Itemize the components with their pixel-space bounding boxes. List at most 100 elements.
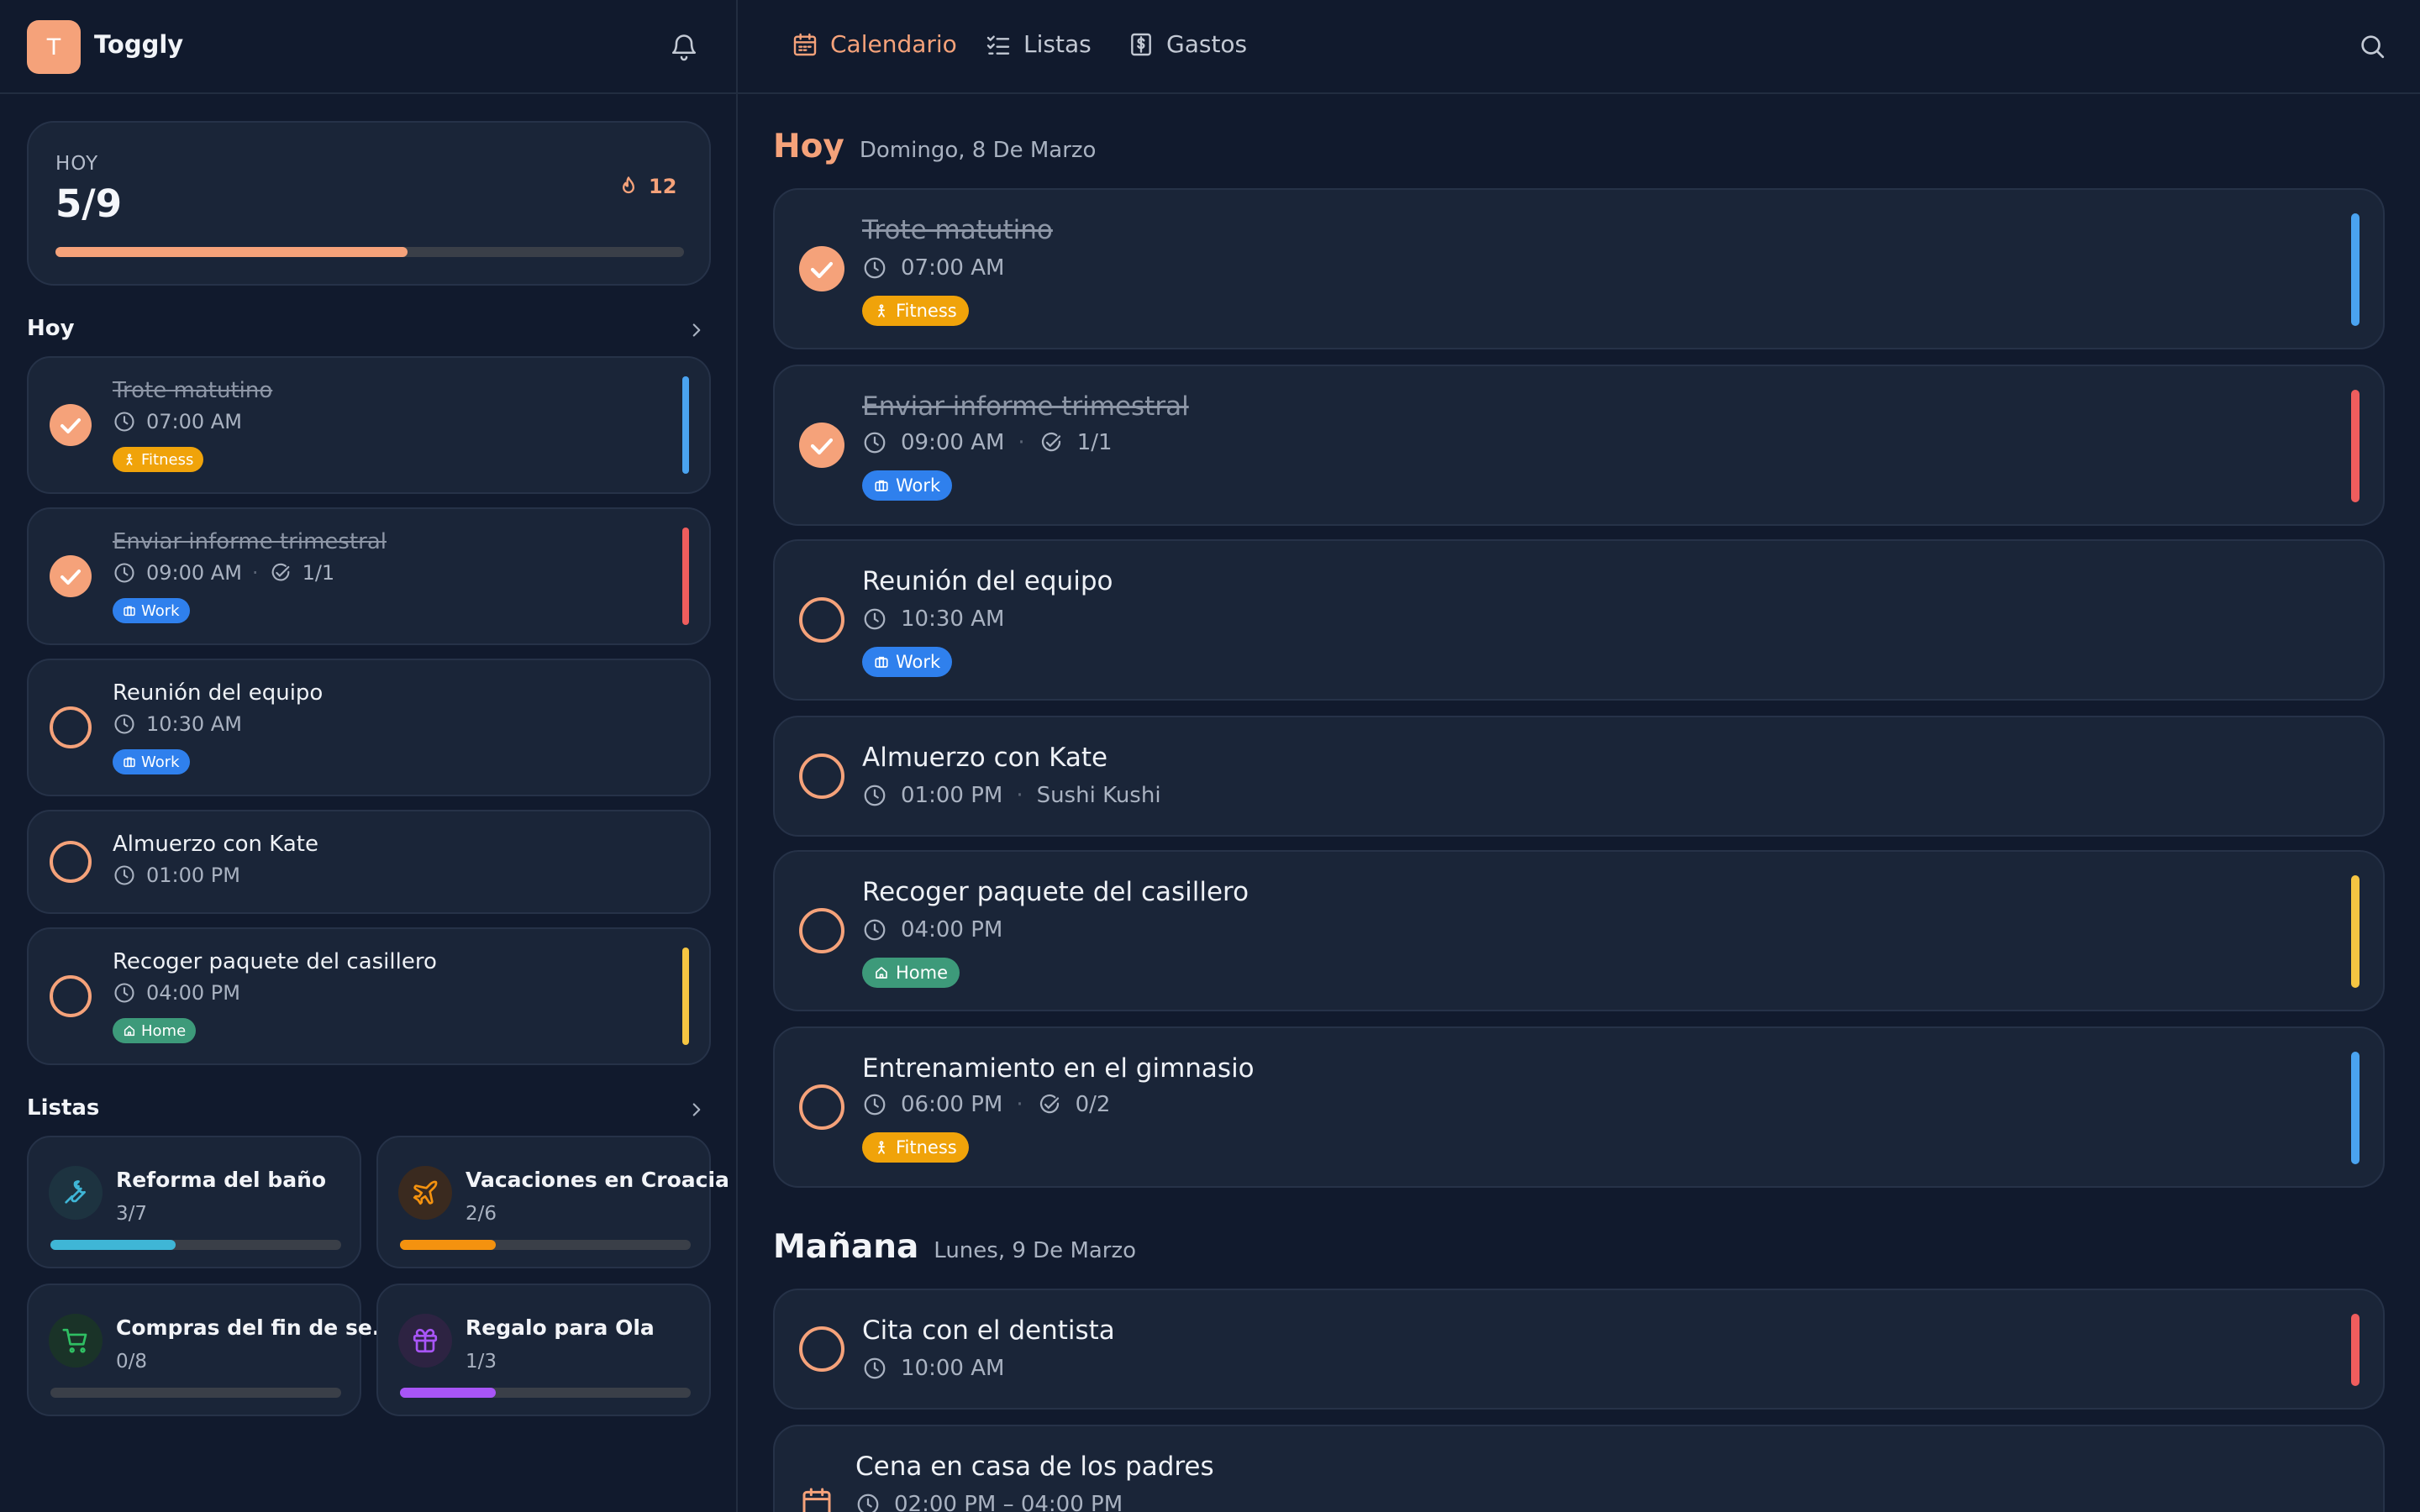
task-card[interactable]: Enviar informe trimestral 09:00 AM · 1/1… <box>773 365 2385 526</box>
event-card[interactable]: Cena en casa de los padres 02:00 PM – 04… <box>773 1425 2385 1512</box>
list-progress-bar <box>400 1240 691 1250</box>
task-meta: 04:00 PM <box>862 917 1002 942</box>
tag-label: Fitness <box>141 450 194 469</box>
list-card[interactable]: Regalo para Ola 1/3 <box>376 1284 711 1416</box>
tab-label: Gastos <box>1166 30 1248 58</box>
list-count: 3/7 <box>116 1203 148 1225</box>
tag-label: Work <box>896 475 941 496</box>
task-title: Reunión del equipo <box>113 680 324 706</box>
tab-calendario[interactable]: Calendario <box>792 30 957 58</box>
tab-gastos[interactable]: Gastos <box>1128 30 1247 58</box>
chevron-right-icon[interactable] <box>686 1099 708 1121</box>
task-location: Sushi Kushi <box>1036 783 1161 808</box>
task-time: 09:00 AM <box>146 561 242 585</box>
chevron-right-icon[interactable] <box>686 319 708 341</box>
priority-bar <box>2351 875 2360 988</box>
tag-label: Work <box>141 753 180 771</box>
tab-listas[interactable]: Listas <box>985 30 1092 58</box>
today-summary-card[interactable]: HOY 5/9 12 <box>27 121 711 286</box>
priority-bar <box>2351 390 2360 502</box>
task-card[interactable]: Entrenamiento en el gimnasio 06:00 PM · … <box>773 1026 2385 1188</box>
briefcase-icon <box>123 604 136 617</box>
checklist-icon <box>985 31 1012 58</box>
list-count: 2/6 <box>466 1203 497 1225</box>
subtask-count: 1/1 <box>1076 430 1113 455</box>
lists-section-header[interactable]: Listas <box>27 1092 711 1126</box>
checkbox-checked[interactable] <box>798 422 845 469</box>
checkbox-unchecked[interactable] <box>798 1326 845 1373</box>
tag-work[interactable]: Work <box>113 598 190 623</box>
task-time: 01:00 PM <box>146 864 240 887</box>
list-progress-bar <box>400 1388 691 1398</box>
checkbox-unchecked[interactable] <box>49 974 92 1018</box>
today-progress-bar <box>55 247 684 257</box>
check-circle-icon <box>269 561 292 585</box>
tag-work[interactable]: Work <box>862 647 953 677</box>
task-title: Reunión del equipo <box>862 566 1113 596</box>
checkbox-unchecked[interactable] <box>798 753 845 800</box>
bell-icon[interactable] <box>669 32 699 62</box>
tag-work[interactable]: Work <box>862 470 953 501</box>
checkbox-unchecked[interactable] <box>798 1084 845 1131</box>
tag-fitness[interactable]: Fitness <box>113 447 204 472</box>
task-card[interactable]: Recoger paquete del casillero 04:00 PM H… <box>773 850 2385 1011</box>
task-title: Trote matutino <box>862 215 1053 245</box>
list-count: 0/8 <box>116 1351 148 1373</box>
task-card[interactable]: Almuerzo con Kate 01:00 PM · Sushi Kushi <box>773 716 2385 837</box>
sidebar-task-card[interactable]: Recoger paquete del casillero 04:00 PM H… <box>27 927 711 1065</box>
tab-label: Listas <box>1023 30 1092 58</box>
search-icon[interactable] <box>2358 32 2386 60</box>
dollar-icon <box>1128 31 1155 58</box>
flame-icon <box>617 175 640 198</box>
checkbox-checked[interactable] <box>49 554 92 598</box>
sidebar-header: T Toggly <box>0 0 736 94</box>
briefcase-icon <box>874 478 889 493</box>
task-card[interactable]: Trote matutino 07:00 AM Fitness <box>773 188 2385 349</box>
sidebar-task-card[interactable]: Enviar informe trimestral 09:00 AM · 1/1… <box>27 507 711 645</box>
clock-icon <box>862 783 887 808</box>
cart-icon <box>49 1314 103 1368</box>
subtask-count: 1/1 <box>302 561 335 585</box>
today-section-header[interactable]: Hoy <box>27 312 711 346</box>
list-progress-bar <box>50 1388 341 1398</box>
checkbox-unchecked[interactable] <box>798 596 845 643</box>
day-date: Lunes, 9 De Marzo <box>934 1238 1137 1263</box>
tag-fitness[interactable]: Fitness <box>862 296 969 326</box>
meta-separator: · <box>1016 783 1023 808</box>
home-icon <box>123 1024 136 1037</box>
task-title: Enviar informe trimestral <box>862 391 1189 422</box>
tag-home[interactable]: Home <box>113 1018 197 1043</box>
sidebar-task-card[interactable]: Trote matutino 07:00 AM Fitness <box>27 356 711 494</box>
tag-work[interactable]: Work <box>113 749 190 774</box>
task-title: Recoger paquete del casillero <box>862 877 1249 907</box>
checkbox-unchecked[interactable] <box>49 706 92 749</box>
task-card[interactable]: Cita con el dentista 10:00 AM <box>773 1289 2385 1410</box>
sidebar-task-card[interactable]: Almuerzo con Kate 01:00 PM <box>27 810 711 914</box>
list-card[interactable]: Reforma del baño 3/7 <box>27 1136 361 1268</box>
list-name: Compras del fin de se... <box>116 1315 397 1340</box>
tag-label: Home <box>896 963 949 983</box>
clock-icon <box>855 1492 881 1512</box>
checkbox-unchecked[interactable] <box>49 840 92 884</box>
streak-count: 12 <box>649 175 677 198</box>
task-card[interactable]: Reunión del equipo 10:30 AM Work <box>773 539 2385 701</box>
tag-home[interactable]: Home <box>862 958 960 988</box>
list-card[interactable]: Vacaciones en Croacia 2/6 <box>376 1136 729 1268</box>
list-card[interactable]: Compras del fin de se... 0/8 <box>27 1284 396 1416</box>
sidebar-task-card[interactable]: Reunión del equipo 10:30 AM Work <box>27 659 711 796</box>
priority-bar <box>2351 1052 2360 1164</box>
task-title: Entrenamiento en el gimnasio <box>862 1053 1255 1084</box>
checkbox-checked[interactable] <box>798 245 845 292</box>
priority-bar <box>2351 213 2360 326</box>
app-logo[interactable]: T <box>27 20 81 74</box>
home-icon <box>874 965 889 980</box>
meta-separator: · <box>1018 430 1025 455</box>
gift-icon <box>398 1314 452 1368</box>
task-time: 01:00 PM <box>901 783 1003 808</box>
task-time: 10:00 AM <box>901 1356 1005 1381</box>
day-header-today: Hoy Domingo, 8 De Marzo <box>773 128 1096 165</box>
tag-fitness[interactable]: Fitness <box>862 1132 969 1163</box>
checkbox-unchecked[interactable] <box>798 907 845 954</box>
checkbox-checked[interactable] <box>49 403 92 447</box>
today-summary-count: 5/9 <box>55 181 123 226</box>
